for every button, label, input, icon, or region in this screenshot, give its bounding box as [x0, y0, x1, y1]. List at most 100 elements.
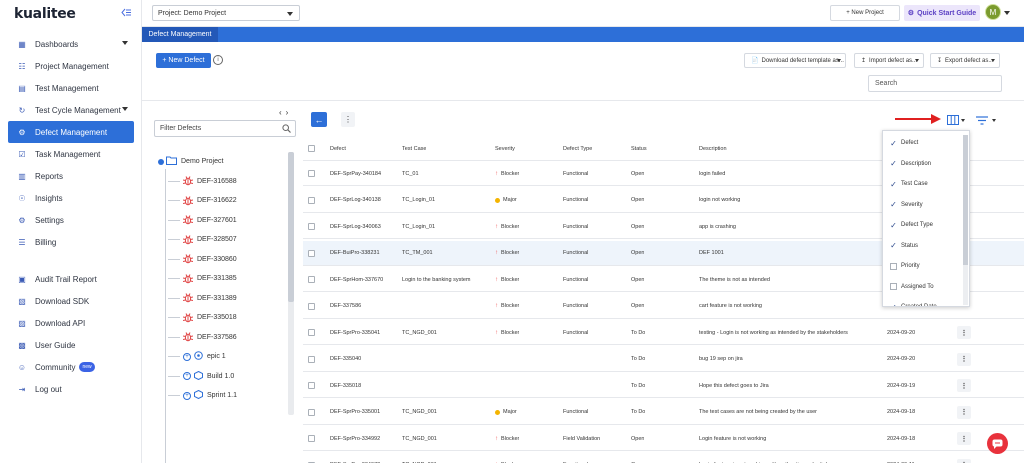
tree-node[interactable]: DEF-331389 — [168, 292, 237, 304]
sidebar-item-dashboards[interactable]: ▦ Dashboards — [8, 33, 134, 55]
row-checkbox[interactable] — [308, 382, 315, 389]
checkmark-icon[interactable]: ✓ — [890, 303, 897, 307]
row-actions-button[interactable]: ⋮ — [957, 379, 971, 392]
quick-start-guide-button[interactable]: ⚙ Quick Start Guide — [904, 5, 980, 21]
row-actions-button[interactable]: ⋮ — [957, 405, 971, 419]
row-checkbox[interactable] — [308, 249, 315, 257]
tree-node[interactable]: + Build 1.0 — [168, 370, 234, 382]
sidebar-item-log-out[interactable]: ⇥ Log out — [8, 378, 134, 400]
column-option-test-case[interactable]: ✓ Test Case — [883, 174, 963, 194]
column-option-description[interactable]: ✓ Description — [883, 154, 963, 174]
tree-node[interactable]: + Sprint 1.1 — [168, 389, 237, 402]
user-avatar[interactable]: M — [985, 4, 1001, 20]
sidebar-item-audit-trail-report[interactable]: ▣ Audit Trail Report — [8, 268, 134, 290]
tree-node[interactable]: DEF-331385 — [168, 273, 237, 285]
row-actions-button[interactable]: ⋮ — [957, 326, 971, 339]
row-checkbox[interactable] — [308, 329, 315, 336]
column-header-description[interactable]: Description — [699, 136, 727, 161]
tree-nav-arrows[interactable]: ‹› — [279, 108, 292, 117]
tree-root[interactable]: Demo Project — [158, 156, 223, 167]
app-logo[interactable]: kualitee — [14, 6, 76, 22]
tree-node[interactable]: DEF-327601 — [168, 214, 237, 226]
column-option-assigned-to[interactable]: Assigned To — [883, 277, 963, 297]
row-actions-button[interactable]: ⋮ — [957, 432, 971, 445]
table-row[interactable]: DEF-335018 To Do Hope this defect goes to … — [303, 373, 1024, 398]
sidebar-item-download-api[interactable]: ▨ Download API — [8, 312, 134, 334]
select-all-checkbox[interactable] — [308, 145, 315, 152]
expand-toggle-icon[interactable]: + — [183, 391, 191, 400]
table-row[interactable]: DEF-SprPro-335041 TC_NGD_001 ↑ Blocker Funct… — [303, 320, 1024, 345]
tree-node[interactable]: DEF-335018 — [168, 312, 237, 324]
row-actions-button[interactable]: ⋮ — [957, 458, 971, 463]
import-defect-dropdown[interactable]: ↥ Import defect as... — [854, 53, 924, 68]
column-menu-scrollbar-thumb[interactable] — [963, 135, 968, 265]
tree-node[interactable]: DEF-330860 — [168, 253, 237, 265]
tab-defect-management[interactable]: Defect Management — [142, 27, 218, 42]
checkmark-icon[interactable]: ✓ — [890, 180, 897, 189]
sidebar-item-defect-management[interactable]: ⚙ Defect Management — [8, 121, 134, 143]
back-arrow-button[interactable]: ← — [311, 112, 327, 127]
column-option-priority[interactable]: Priority — [883, 256, 963, 276]
checkmark-icon[interactable]: ✓ — [890, 241, 897, 250]
expand-toggle-icon[interactable]: + — [183, 372, 191, 380]
checkbox-icon[interactable] — [890, 262, 897, 270]
column-option-created-date[interactable]: ✓ Created Date — [883, 297, 963, 307]
tree-node[interactable]: + epic 1 — [168, 351, 226, 363]
chevron-down-icon[interactable] — [122, 41, 128, 45]
column-header-type[interactable]: Defect Type — [563, 136, 592, 161]
collapse-sidebar-icon[interactable] — [121, 8, 131, 20]
column-header-severity[interactable]: Severity — [495, 136, 515, 161]
chevron-down-icon[interactable] — [122, 107, 128, 111]
sidebar-item-settings[interactable]: ⚙ Settings — [8, 209, 134, 231]
table-row[interactable]: DEF-SprPro-334992 TC_NGD_001 ↑ Blocker Field… — [303, 426, 1024, 451]
avatar-chevron-icon[interactable] — [1004, 11, 1010, 15]
row-actions-button[interactable]: ⋮ — [957, 352, 971, 366]
new-defect-button[interactable]: + New Defect — [156, 53, 211, 68]
tree-scrollbar[interactable] — [288, 152, 294, 415]
row-checkbox[interactable] — [308, 355, 315, 363]
sidebar-item-project-management[interactable]: ☷ Project Management — [8, 55, 134, 77]
table-row[interactable]: DEF-SprPro-334972 TC_NGD_001 ↑Blocker Funct… — [303, 453, 1024, 463]
checkmark-icon[interactable]: ✓ — [890, 159, 897, 168]
sidebar-item-insights[interactable]: ☉ Insights — [8, 187, 134, 209]
tree-scrollbar-thumb[interactable] — [288, 152, 294, 302]
expand-toggle-icon[interactable] — [158, 158, 164, 165]
column-header-test-case[interactable]: Test Case — [402, 136, 426, 161]
tree-node[interactable]: DEF-328507 — [168, 234, 237, 246]
download-template-dropdown[interactable]: 📄 Download defect template as... — [744, 53, 846, 68]
checkmark-icon[interactable]: ✓ — [890, 200, 897, 209]
sidebar-item-download-sdk[interactable]: ▧ Download SDK — [8, 290, 134, 312]
row-checkbox[interactable] — [308, 276, 315, 283]
checkmark-icon[interactable]: ✓ — [890, 139, 897, 148]
row-checkbox[interactable] — [308, 435, 315, 442]
export-defect-dropdown[interactable]: ↧ Export defect as... — [930, 53, 1000, 68]
sidebar-item-user-guide[interactable]: ▩ User Guide — [8, 334, 134, 356]
filter-defects-input[interactable]: Filter Defects — [154, 120, 296, 137]
tree-node[interactable]: DEF-316622 — [168, 195, 237, 207]
info-icon[interactable]: i — [213, 55, 223, 65]
filter-button[interactable] — [976, 114, 998, 126]
column-selector-button[interactable] — [947, 114, 967, 126]
checkbox-icon[interactable] — [890, 283, 897, 290]
search-input[interactable]: Search — [868, 75, 1002, 92]
table-row[interactable]: DEF-335040 To Do bug 19 sep on jira 2024-09… — [303, 347, 1024, 372]
column-option-defect[interactable]: ✓ Defect — [883, 133, 963, 153]
row-checkbox[interactable] — [308, 408, 315, 416]
column-option-severity[interactable]: ✓ Severity — [883, 195, 963, 215]
row-checkbox[interactable] — [308, 302, 315, 310]
tree-node[interactable]: DEF-316588 — [168, 175, 237, 187]
column-header-defect[interactable]: Defect — [330, 136, 346, 161]
row-checkbox[interactable] — [308, 223, 315, 230]
row-checkbox[interactable] — [308, 170, 315, 177]
tree-node[interactable]: DEF-337586 — [168, 331, 237, 343]
sidebar-item-community[interactable]: ☺ Community new — [8, 356, 134, 378]
sidebar-item-reports[interactable]: ▥ Reports — [8, 165, 134, 187]
column-header-status[interactable]: Status — [631, 136, 647, 161]
column-menu-scrollbar[interactable] — [963, 135, 968, 305]
column-option-defect-type[interactable]: ✓ Defect Type — [883, 215, 963, 235]
sidebar-item-billing[interactable]: ☰ Billing — [8, 231, 134, 253]
new-project-button[interactable]: + New Project — [830, 5, 900, 21]
column-option-status[interactable]: ✓ Status — [883, 236, 963, 256]
project-select[interactable]: Project: Demo Project — [152, 5, 300, 21]
more-options-button[interactable]: ⋮ — [341, 112, 355, 127]
